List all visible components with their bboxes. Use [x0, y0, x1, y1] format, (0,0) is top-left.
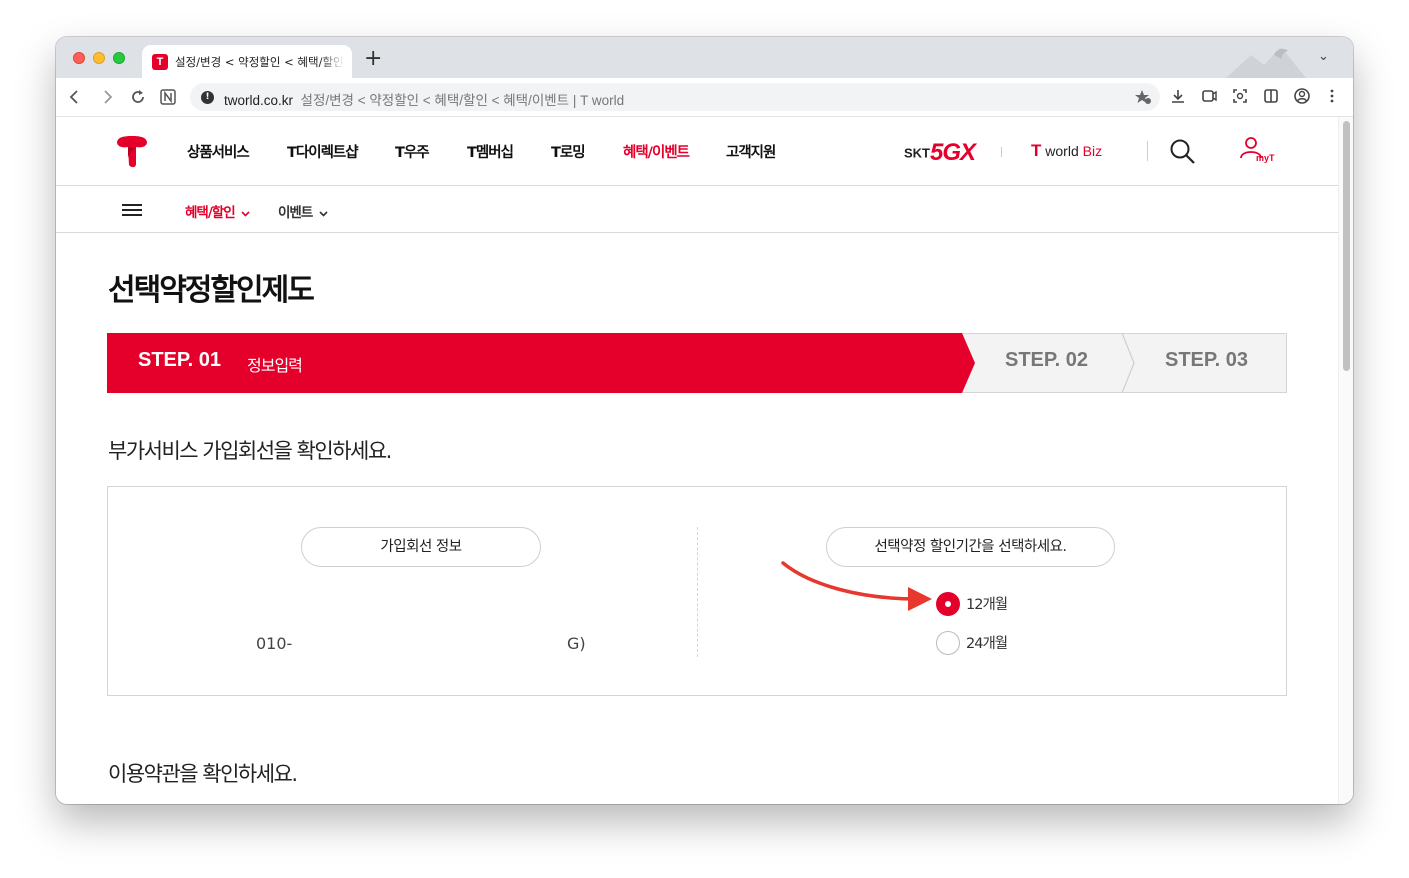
- minimize-window-button[interactable]: [93, 52, 105, 64]
- line-period-panel: 가입회선 정보 010- G) 선택약정 할인기간을 선택하세요. 12개월 2…: [107, 486, 1287, 696]
- back-arrow-icon: [69, 90, 78, 104]
- lnb-item-benefits[interactable]: 혜택/할인: [185, 201, 250, 221]
- naver-n-icon: [160, 89, 176, 105]
- worldbiz-biz-label: Biz: [1082, 143, 1103, 159]
- global-nav: 상품서비스 T다이렉트샵 T우주 T멤버십 T로밍 혜택/이벤트 고객지원 SK…: [56, 117, 1338, 186]
- x-label: X: [960, 139, 976, 166]
- gnb-menu-troaming[interactable]: T로밍: [551, 141, 586, 162]
- fiveg-label: 5G: [930, 139, 961, 166]
- kebab-menu-icon[interactable]: [1322, 87, 1342, 107]
- naver-extension-button[interactable]: [157, 86, 179, 108]
- browser-window: T 설정/변경 < 약정할인 < 혜택/할인 < 혜택/이벤트 | T worl…: [56, 37, 1353, 804]
- chevron-down-icon: [239, 209, 250, 220]
- scrollbar-thumb[interactable]: [1343, 121, 1350, 371]
- myt-button[interactable]: myT: [1238, 136, 1278, 168]
- gnb-menu-tmembership[interactable]: T멤버십: [467, 141, 514, 162]
- browser-tab[interactable]: T 설정/변경 < 약정할인 < 혜택/할인 < 혜택/이벤트 | T worl…: [142, 45, 352, 78]
- user-icon: [1240, 137, 1262, 159]
- hamburger-menu-icon[interactable]: [122, 204, 142, 216]
- tworld-favicon-icon: T: [152, 54, 168, 70]
- address-bar[interactable]: ! tworld.co.kr 설정/변경 < 약정할인 < 혜택/할인 < 혜택…: [190, 83, 1160, 111]
- gnb-menu-products[interactable]: 상품서비스: [187, 141, 250, 162]
- skt-label: SKT: [904, 145, 930, 161]
- bookmark-star-icon[interactable]: [1134, 88, 1152, 110]
- myt-label: myT: [1256, 153, 1275, 163]
- url-domain: tworld.co.kr: [224, 93, 294, 108]
- page-scrollbar[interactable]: [1338, 117, 1353, 804]
- step-2-label: STEP. 02: [1005, 349, 1089, 371]
- gnb-menu-benefits[interactable]: 혜택/이벤트: [623, 141, 690, 162]
- web-page: 상품서비스 T다이렉트샵 T우주 T멤버십 T로밍 혜택/이벤트 고객지원 SK…: [56, 117, 1338, 804]
- back-button[interactable]: [64, 86, 86, 108]
- site-info-icon[interactable]: !: [201, 91, 214, 104]
- line-plan: G): [567, 634, 586, 653]
- tab-strip: T 설정/변경 < 약정할인 < 혜택/할인 < 혜택/이벤트 | T worl…: [56, 37, 1353, 78]
- step-divider: [1121, 333, 1135, 393]
- lnb-item-label: 혜택/할인: [185, 205, 236, 221]
- section-terms-title: 이용약관을 확인하세요.: [108, 762, 298, 786]
- gnb-separator: [1001, 147, 1002, 157]
- section-line-confirm-title: 부가서비스 가입회선을 확인하세요.: [108, 439, 392, 463]
- radio-24-months-label[interactable]: 24개월: [966, 632, 1008, 653]
- line-number: 010-: [256, 634, 293, 653]
- step-1-sublabel: 정보입력: [247, 356, 303, 375]
- step-1-fill: [107, 333, 975, 393]
- skt-5gx-logo[interactable]: SKT5GX: [904, 139, 976, 167]
- mountain-decoration-icon: [1226, 47, 1306, 78]
- lnb-item-events[interactable]: 이벤트: [278, 201, 328, 221]
- step-indicator: STEP. 01 정보입력 STEP. 02 STEP. 03: [107, 333, 1287, 393]
- worldbiz-t-label: T: [1031, 141, 1042, 160]
- tab-search-chevron-icon[interactable]: ⌄: [1318, 49, 1329, 64]
- radio-24-months[interactable]: [936, 631, 960, 655]
- url-page-title: 설정/변경 < 약정할인 < 혜택/할인 < 혜택/이벤트 | T world: [300, 93, 625, 108]
- forward-button[interactable]: [96, 86, 118, 108]
- radio-12-months-label[interactable]: 12개월: [966, 593, 1008, 614]
- forward-arrow-icon: [104, 90, 113, 104]
- local-nav: 혜택/할인 이벤트: [56, 186, 1338, 233]
- panel-divider: [697, 527, 698, 657]
- close-window-button[interactable]: [73, 52, 85, 64]
- search-icon[interactable]: [1169, 138, 1197, 166]
- chevron-down-icon: [316, 209, 328, 220]
- page-title: 선택약정할인제도: [108, 273, 315, 308]
- gnb-menu-tdirect[interactable]: T다이렉트샵: [287, 141, 359, 162]
- lnb-item-label: 이벤트: [278, 205, 313, 221]
- zoom-window-button[interactable]: [113, 52, 125, 64]
- gnb-menu-tuniverse[interactable]: T우주: [395, 141, 430, 162]
- tab-title: 설정/변경 < 약정할인 < 혜택/할인 < 혜택/이벤트 | T world: [175, 55, 345, 69]
- side-panel-icon[interactable]: [1261, 87, 1281, 107]
- worldbiz-world-label: world: [1045, 143, 1079, 159]
- reload-button[interactable]: [127, 86, 149, 108]
- tworld-logo-icon[interactable]: [114, 134, 150, 170]
- step-1-label: STEP. 01: [138, 349, 222, 371]
- browser-toolbar: ! tworld.co.kr 설정/변경 < 약정할인 < 혜택/할인 < 혜택…: [56, 78, 1353, 117]
- profile-icon[interactable]: [1292, 87, 1312, 107]
- new-tab-button[interactable]: +: [364, 48, 382, 70]
- address-text: tworld.co.kr 설정/변경 < 약정할인 < 혜택/할인 < 혜택/이…: [224, 89, 624, 109]
- gnb-menu-support[interactable]: 고객지원: [726, 141, 776, 162]
- annotation-arrow-icon: [781, 561, 932, 611]
- media-icon[interactable]: [1199, 87, 1219, 107]
- tworld-biz-logo[interactable]: T world Biz: [1031, 141, 1102, 161]
- gnb-separator: [1147, 141, 1148, 161]
- download-icon[interactable]: [1168, 87, 1188, 107]
- step-3-label: STEP. 03: [1165, 349, 1249, 371]
- screenshot-icon[interactable]: [1230, 87, 1250, 107]
- reload-icon: [132, 90, 144, 103]
- line-info-header: 가입회선 정보: [301, 527, 541, 567]
